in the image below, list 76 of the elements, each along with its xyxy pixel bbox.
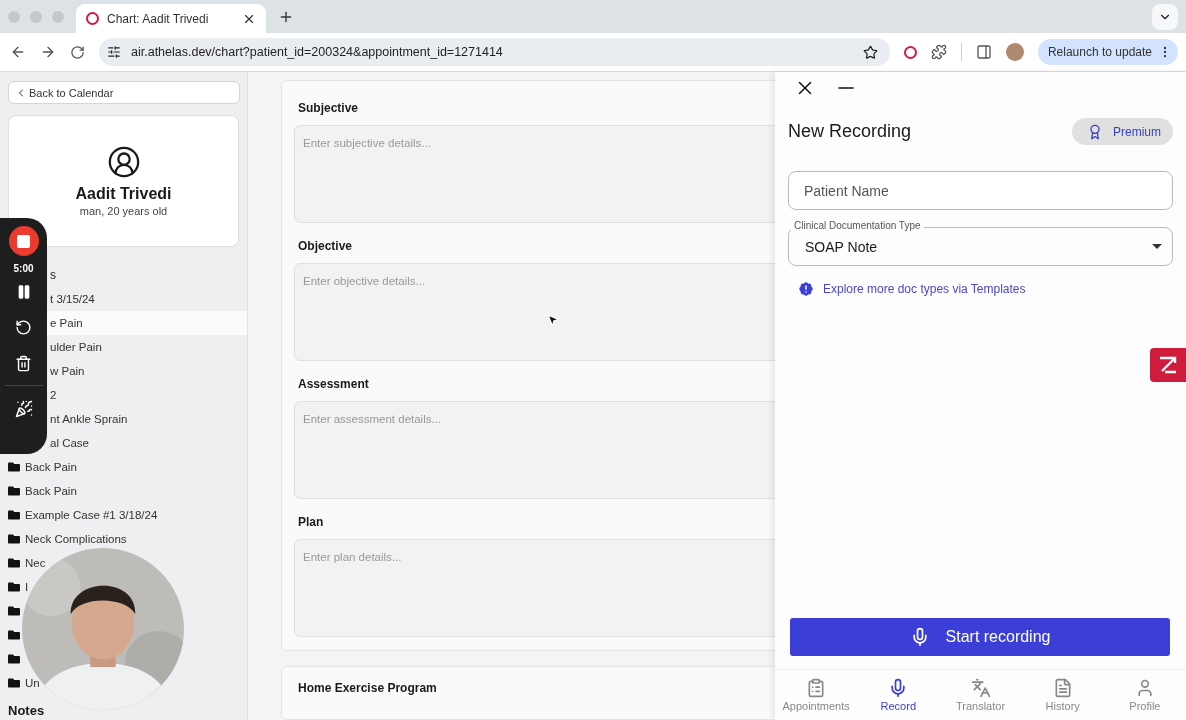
folder-icon xyxy=(8,605,20,617)
case-item[interactable]: Example Case #1 3/18/24 xyxy=(5,503,161,527)
case-item[interactable]: Neck Complications xyxy=(5,527,130,551)
avatar[interactable] xyxy=(1005,43,1024,61)
reload-icon[interactable] xyxy=(70,44,85,60)
party-popper-icon[interactable] xyxy=(14,400,33,418)
case-item[interactable]: Back Pain xyxy=(5,455,80,479)
case-item[interactable]: 2 xyxy=(47,383,247,407)
list-icon xyxy=(806,678,827,698)
case-item[interactable]: Un xyxy=(5,671,43,695)
section-label: Objective xyxy=(298,238,354,255)
details-field[interactable]: Enter plan details... xyxy=(294,539,775,637)
back-button[interactable]: Back to Calendar xyxy=(8,81,240,104)
cursor-icon xyxy=(546,313,560,327)
stop-button[interactable] xyxy=(8,226,39,256)
case-item[interactable]: Back Pain xyxy=(5,479,80,503)
folder-icon xyxy=(8,533,20,545)
case-item[interactable]: t 3/15/24 xyxy=(47,287,247,311)
case-item[interactable]: w Pain xyxy=(47,359,247,383)
caret-icon xyxy=(1152,244,1162,249)
case-item[interactable]: I xyxy=(5,575,32,599)
panel-title: New Recording xyxy=(788,121,912,142)
trash-icon[interactable] xyxy=(15,355,32,372)
field-label: Clinical Documentation Type xyxy=(791,219,924,233)
section-heading: s xyxy=(50,267,56,284)
case-item[interactable]: nt Ankle Sprain xyxy=(47,407,247,431)
nav-tab[interactable]: Profile xyxy=(1103,670,1186,720)
patient-name: Aadit Trivedi xyxy=(75,185,172,203)
details-field[interactable]: Enter assessment details... xyxy=(294,401,775,499)
select-value: SOAP Note xyxy=(805,238,878,255)
forward-icon[interactable] xyxy=(40,44,56,60)
case-item[interactable]: al Case xyxy=(47,431,247,455)
section-label: Plan xyxy=(298,514,325,531)
patient-name-field[interactable]: Patient Name xyxy=(788,171,1173,210)
details-field[interactable]: Enter objective details... xyxy=(294,263,775,361)
puzzle-icon[interactable] xyxy=(930,44,947,60)
app-launcher-icon[interactable] xyxy=(1150,348,1186,382)
details-field[interactable]: Enter subjective details... xyxy=(294,125,775,223)
section-label: Subjective xyxy=(298,100,360,117)
undo-icon[interactable] xyxy=(15,319,32,336)
person-icon xyxy=(106,145,141,179)
patient-details: man, 20 years old xyxy=(79,205,168,217)
side-panel-icon[interactable] xyxy=(975,44,992,60)
translate-icon xyxy=(970,678,991,698)
nav-tab[interactable]: Record xyxy=(857,670,940,720)
ring-icon xyxy=(86,12,99,25)
folder-icon xyxy=(8,677,20,689)
notes-heading: Notes xyxy=(8,703,46,718)
case-item[interactable]: ulder Pain xyxy=(47,335,247,359)
section-label: Assessment xyxy=(298,376,370,393)
folder-icon xyxy=(8,581,20,593)
case-item[interactable]: Nec xyxy=(5,551,49,575)
star-icon[interactable] xyxy=(862,44,878,60)
start-recording-button[interactable]: Start recording xyxy=(790,618,1170,656)
nav-tab[interactable]: History xyxy=(1021,670,1104,720)
award-icon xyxy=(1087,123,1103,140)
section-label: Home Exercise Program xyxy=(298,681,438,695)
folder-icon xyxy=(8,557,20,569)
premium-badge[interactable]: Premium xyxy=(1072,118,1173,145)
folder-icon xyxy=(8,509,20,521)
alert-icon xyxy=(797,280,815,298)
back-icon[interactable] xyxy=(10,44,26,60)
templates-link[interactable]: Explore more doc types via Templates xyxy=(788,280,1026,298)
nav-tab[interactable]: Translator xyxy=(939,670,1022,720)
case-item[interactable]: e Pain xyxy=(47,311,247,335)
browser-tab[interactable]: Chart: Aadit Trivedi xyxy=(76,4,266,33)
folder-icon xyxy=(8,485,20,497)
sliders-icon[interactable] xyxy=(107,45,121,59)
nav-tab[interactable]: Appointments xyxy=(775,670,858,720)
folder-icon xyxy=(8,629,20,641)
folder-icon xyxy=(8,461,20,473)
relaunch-button[interactable]: Relaunch to update xyxy=(1037,39,1178,65)
ring-icon[interactable] xyxy=(903,45,917,59)
timer: 5:00 xyxy=(13,263,34,274)
address-bar[interactable]: air.athelas.dev/chart?patient_id=200324&appointment_id=1271414 xyxy=(99,38,890,66)
folder-icon xyxy=(8,653,20,665)
